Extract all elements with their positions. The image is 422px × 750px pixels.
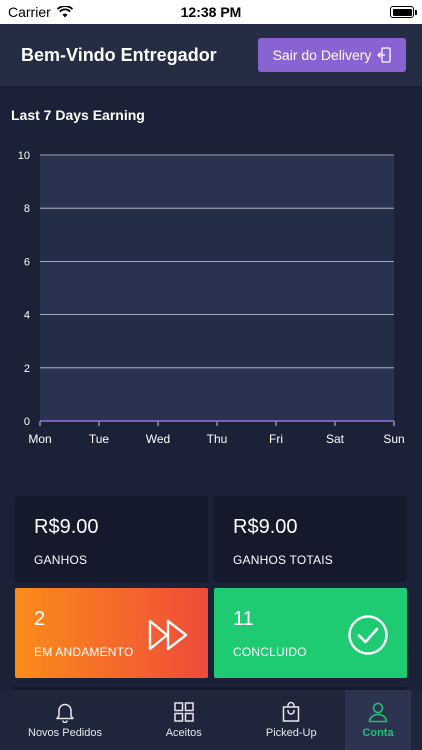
carrier-label: Carrier: [8, 4, 51, 20]
tab-conta[interactable]: Conta: [345, 690, 411, 750]
app-header: Bem-Vindo Entregador Sair do Delivery: [0, 24, 422, 86]
logout-icon: [377, 47, 392, 63]
chart-band: [40, 155, 394, 209]
tab-picked-up-label: Picked-Up: [265, 727, 317, 739]
page-title: Bem-Vindo Entregador: [21, 44, 217, 65]
tab-aceitos[interactable]: Aceitos: [130, 690, 238, 750]
total-earnings-card: R$9.00 GANHOS TOTAIS: [214, 496, 407, 582]
fast-forward-icon: [148, 619, 188, 651]
tab-picked-up[interactable]: Picked-Up: [238, 690, 346, 750]
chart-x-tick-label: Thu: [207, 432, 228, 446]
chart-y-tick-label: 6: [24, 256, 30, 268]
chart-y-tick-label: 8: [24, 203, 30, 215]
battery-icon: [390, 6, 417, 18]
earnings-value: R$9.00: [34, 516, 99, 538]
chart-x-tick-label: Mon: [28, 432, 51, 446]
chart-band: [40, 314, 394, 368]
chart-x-tick-label: Wed: [146, 432, 170, 446]
grid-icon: [174, 702, 194, 722]
tab-bar-spacer: [411, 690, 422, 750]
bell-icon: [56, 703, 74, 723]
tab-novos-pedidos-label: Novos Pedidos: [28, 727, 102, 739]
in-progress-card[interactable]: 2 EM ANDAMENTO: [15, 588, 208, 678]
chart-x-tick-label: Fri: [269, 432, 283, 446]
chart-x-tick-label: Tue: [89, 432, 110, 446]
shopping-bag-icon: [283, 701, 300, 722]
chart-y-tick-label: 2: [24, 363, 30, 375]
chart-x-tick-label: Sun: [383, 432, 404, 446]
tab-novos-pedidos[interactable]: Novos Pedidos: [0, 690, 130, 750]
logout-button[interactable]: Sair do Delivery: [258, 38, 406, 72]
chart-band: [40, 208, 394, 262]
total-earnings-value: R$9.00: [233, 516, 298, 538]
earnings-chart: 0 2 4 6 8 10 Mon Tue Wed Thu Fri Sat Sun: [18, 150, 405, 446]
status-bar: Carrier 12:38 PM: [0, 0, 422, 24]
chart-x-tick-label: Sat: [326, 432, 345, 446]
total-earnings-label: GANHOS TOTAIS: [233, 553, 333, 567]
logout-button-label: Sair do Delivery: [272, 47, 372, 63]
battery-fill: [392, 8, 412, 16]
wifi-icon: [56, 6, 73, 18]
chart-y-tick-label: 4: [24, 310, 30, 322]
chart-y-tick-label: 10: [18, 150, 30, 162]
chart-y-tick-label: 0: [24, 416, 30, 428]
chart-band: [40, 261, 394, 315]
user-icon: [368, 702, 388, 723]
chart-band: [40, 367, 394, 421]
chart-title: Last 7 Days Earning: [11, 107, 145, 123]
tab-conta-label: Conta: [362, 727, 394, 739]
check-circle-icon: [348, 615, 388, 655]
earnings-label: GANHOS: [34, 553, 88, 567]
tab-aceitos-label: Aceitos: [165, 727, 202, 739]
completed-card[interactable]: 11 CONCLUIDO: [214, 588, 407, 678]
tab-bar: Novos Pedidos Aceitos Picked-Up Conta: [0, 690, 422, 750]
status-left: Carrier: [8, 4, 73, 20]
earnings-card: R$9.00 GANHOS: [15, 496, 208, 582]
